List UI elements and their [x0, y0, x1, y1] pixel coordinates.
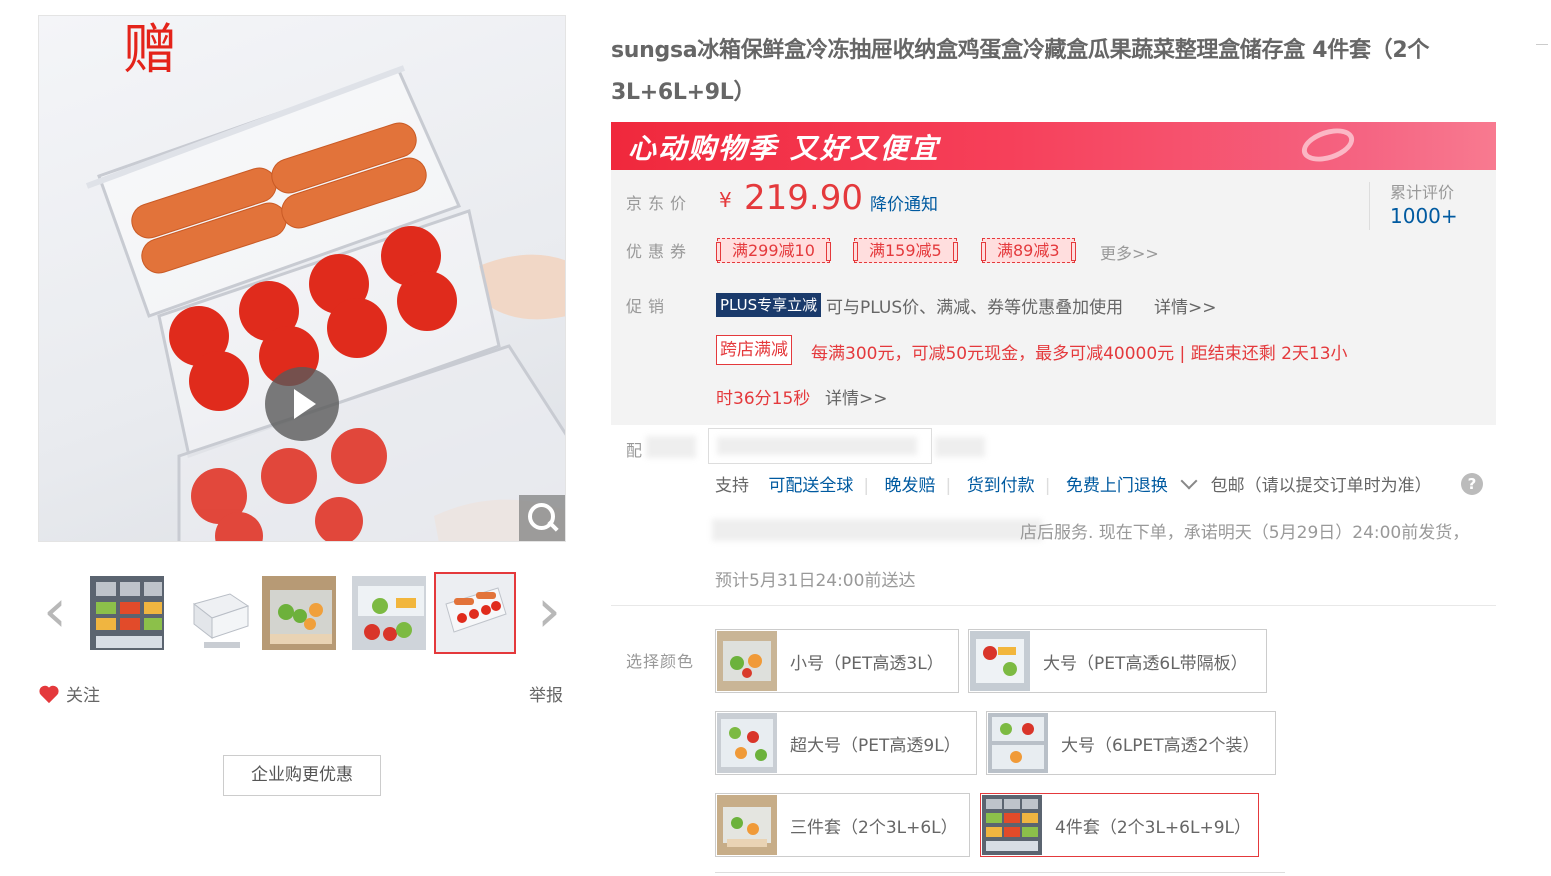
redacted-region [935, 437, 985, 457]
redacted-region [646, 436, 696, 458]
support-late-compensation[interactable]: 晚发赔 [885, 476, 936, 496]
banner-text: 心动购物季 又好又便宜 [628, 132, 940, 165]
coupon-label: 优惠券 [626, 242, 693, 261]
redacted-service-text [712, 519, 1042, 541]
variant-thumbnail [717, 795, 777, 855]
magnifier-icon[interactable] [519, 495, 565, 541]
variant-thumbnail [717, 713, 777, 773]
promotion-label: 促销 [626, 297, 671, 316]
product-title: sungsa冰箱保鲜盒冷冻抽屉收纳盒鸡蛋盒冷藏盒瓜果蔬菜整理盒储存盒 4件套（2… [611, 38, 1430, 105]
variant-thumbnail [970, 631, 1030, 691]
coupon-3[interactable]: 满89减3 [981, 238, 1076, 263]
question-icon[interactable]: ? [1461, 473, 1483, 495]
support-services-row: 支持 可配送全球 | 晚发赔 | 货到付款 | 免费上门退换 包邮（请以提交订单时为准… [715, 471, 1432, 496]
variant-option-3set[interactable]: 三件套（2个3L+6L） [715, 793, 970, 857]
chevron-right-icon[interactable]: › [532, 581, 566, 642]
variant-label: 选择颜色 [626, 652, 695, 671]
follow-label: 关注 [66, 686, 100, 706]
enterprise-purchase-button[interactable]: 企业购更优惠 [223, 755, 381, 796]
heart-icon [39, 685, 59, 703]
coupon-1[interactable]: 满299减10 [716, 238, 831, 263]
variant-option-large-2pack[interactable]: 大号（6LPET高透2个装） [986, 711, 1276, 775]
variant-option-xlarge[interactable]: 超大号（PET高透9L） [715, 711, 977, 775]
play-icon[interactable] [265, 367, 339, 441]
support-free-return[interactable]: 免费上门退换 [1066, 476, 1168, 496]
variant-option-label: 三件套（2个3L+6L） [790, 817, 958, 838]
product-photo [85, 65, 565, 541]
promo-banner[interactable]: 心动购物季 又好又便宜 [611, 122, 1496, 170]
review-label: 累计评价 [1390, 183, 1455, 202]
cross-store-tag: 跨店满减 [716, 335, 792, 365]
variant-option-label: 大号（PET高透6L带隔板） [1043, 653, 1248, 674]
variant-thumbnail [982, 795, 1042, 855]
variant-option-label: 大号（6LPET高透2个装） [1061, 735, 1260, 756]
thumbnail-5-selected[interactable] [434, 572, 516, 654]
cross-store-text: 每满300元，可减50元现金，最多可减40000元 | 距结束还剩 2天13小 [811, 344, 1348, 364]
plus-discount-text: 可与PLUS价、满减、券等优惠叠加使用 [826, 298, 1124, 318]
plus-detail-link[interactable]: 详情>> [1154, 293, 1217, 318]
review-summary[interactable]: 累计评价 1000+ [1369, 182, 1489, 230]
thumbnail-1[interactable] [88, 574, 166, 652]
variant-option-large-divider[interactable]: 大号（PET高透6L带隔板） [968, 629, 1267, 693]
shipping-text: 包邮（请以提交订单时为准） [1210, 476, 1432, 496]
cross-store-countdown: 时36分15秒 [716, 389, 811, 409]
delivery-label: 配 [626, 441, 643, 460]
variant-thumbnail [717, 631, 777, 691]
support-global-shipping[interactable]: 可配送全球 [768, 476, 853, 496]
banner-decoration [1297, 122, 1359, 168]
next-row-edge [715, 872, 1285, 873]
review-count: 1000+ [1390, 204, 1458, 228]
edge-marker [1536, 44, 1548, 45]
chevron-left-icon[interactable]: ‹ [38, 581, 72, 642]
price-value: 219.90 [744, 178, 863, 218]
plus-discount-tag: PLUS专享立减 [716, 293, 822, 317]
price-currency: ¥ [719, 188, 732, 212]
support-prefix: 支持 [715, 476, 749, 496]
thumbnail-4[interactable] [350, 574, 428, 652]
variant-option-4set-selected[interactable]: 4件套（2个3L+6L+9L） [980, 793, 1259, 857]
thumbnail-3[interactable] [260, 574, 338, 652]
price-drop-notify-link[interactable]: 降价通知 [870, 190, 938, 215]
report-link[interactable]: 举报 [529, 681, 563, 706]
coupon-more-link[interactable]: 更多>> [1100, 240, 1159, 264]
price-panel: 京东价 ¥ 219.90 降价通知 累计评价 1000+ 优惠券 满299减10… [611, 170, 1496, 425]
follow-button[interactable]: 关注 [38, 681, 100, 706]
variant-option-label: 小号（PET高透3L） [790, 653, 944, 674]
chevron-down-icon[interactable] [1180, 472, 1198, 490]
gift-mark: 赠 [123, 18, 177, 81]
cross-store-detail-link[interactable]: 详情>> [825, 384, 888, 409]
redacted-address [717, 437, 917, 455]
variant-option-label: 超大号（PET高透9L） [790, 735, 961, 756]
service-text-line-2: 预计5月31日24:00前送达 [715, 571, 916, 591]
thumbnail-2[interactable] [180, 574, 258, 652]
section-divider [611, 605, 1496, 606]
service-text-line-1: 店后服务. 现在下单，承诺明天（5月29日）24:00前发货， [1020, 523, 1470, 543]
thumbnail-strip [84, 572, 524, 654]
price-label: 京东价 [626, 194, 693, 213]
variant-thumbnail [988, 713, 1048, 773]
support-cash-on-delivery[interactable]: 货到付款 [967, 476, 1035, 496]
delivery-address-selector[interactable] [708, 428, 932, 464]
coupon-2[interactable]: 满159减5 [853, 238, 958, 263]
variant-option-label: 4件套（2个3L+6L+9L） [1055, 817, 1251, 838]
variant-option-small[interactable]: 小号（PET高透3L） [715, 629, 959, 693]
main-product-image[interactable]: 赠 [38, 15, 566, 542]
